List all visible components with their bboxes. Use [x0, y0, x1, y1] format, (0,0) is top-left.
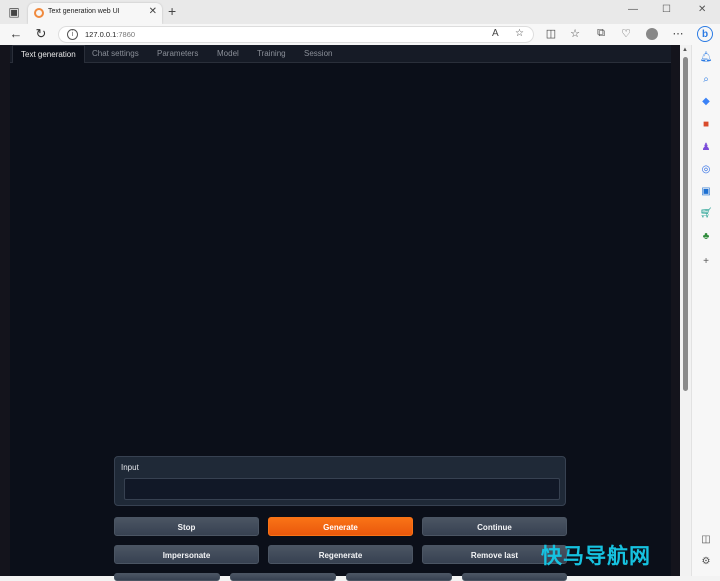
shopping-tag-icon[interactable]: ◆	[699, 95, 713, 109]
tab-text-generation[interactable]: Text generation	[12, 45, 85, 63]
tree-icon[interactable]: ♣	[699, 230, 713, 244]
bell-icon[interactable]: 🔔︎	[699, 51, 713, 65]
collections-icon[interactable]: ⧉	[594, 27, 608, 40]
add-icon[interactable]: +	[699, 255, 713, 269]
browser-sidebar: 🔔︎ ⌕ ◆ ■ ♟ ◎ ▣ 🛒︎ ♣ + ◫ ⚙	[691, 45, 720, 576]
split-screen-icon[interactable]: ◫	[544, 27, 558, 40]
main-tabs: Text generation Chat settings Parameters…	[10, 45, 671, 63]
bing-icon[interactable]: b	[697, 26, 713, 42]
more-icon[interactable]: ⋯	[671, 27, 685, 40]
tab-title: Text generation web UI	[48, 8, 120, 15]
settings-gear-icon[interactable]: ⚙	[699, 555, 713, 569]
tab-actions-icon[interactable]: ▣	[6, 4, 22, 20]
webui-app: Text generation Chat settings Parameters…	[10, 45, 671, 581]
continue-button[interactable]: Continue	[422, 517, 567, 536]
profile-icon[interactable]	[646, 28, 658, 40]
microsoft-365-icon[interactable]: ◎	[699, 163, 713, 177]
outlook-icon[interactable]: ▣	[699, 185, 713, 199]
generate-button[interactable]: Generate	[268, 517, 413, 536]
games-icon[interactable]: ♟	[699, 141, 713, 155]
sidebar-layout-icon[interactable]: ◫	[699, 533, 713, 547]
browser-tab[interactable]: Text generation web UI ✕	[28, 3, 162, 24]
partial-button[interactable]	[462, 573, 567, 581]
browser-toolbar: ← ↻ i 127.0.0.1:7860 A ☆ ◫ ☆ ⧉ ♡ ⋯ b	[0, 24, 720, 45]
regenerate-button[interactable]: Regenerate	[268, 545, 413, 564]
url-host: 127.0.0.1	[85, 30, 117, 39]
input-panel: Input	[114, 456, 566, 506]
close-window-icon[interactable]: ✕	[698, 4, 706, 15]
tools-icon[interactable]: ■	[699, 118, 713, 132]
back-icon[interactable]: ←	[9, 26, 23, 41]
search-icon[interactable]: ⌕	[699, 73, 713, 87]
shopping-icon[interactable]: 🛒︎	[699, 207, 713, 221]
maximize-icon[interactable]: ☐	[662, 4, 671, 15]
tab-model[interactable]: Model	[217, 49, 239, 58]
impersonate-button[interactable]: Impersonate	[114, 545, 259, 564]
favorite-icon[interactable]: ☆	[515, 28, 524, 39]
favorites-icon[interactable]: ☆	[568, 27, 582, 40]
tab-training[interactable]: Training	[257, 49, 286, 58]
close-tab-icon[interactable]: ✕	[149, 6, 157, 17]
minimize-icon[interactable]: —	[628, 4, 638, 15]
refresh-icon[interactable]: ↻	[34, 26, 48, 42]
input-textbox[interactable]	[124, 478, 560, 500]
browser-essentials-icon[interactable]: ♡	[619, 27, 633, 40]
url-text: 127.0.0.1:7860	[85, 30, 135, 39]
stop-button[interactable]: Stop	[114, 517, 259, 536]
input-label: Input	[121, 463, 139, 472]
scrollbar-thumb[interactable]	[683, 57, 688, 391]
page-scrollbar[interactable]: ▲	[680, 45, 691, 576]
url-port: :7860	[116, 30, 136, 39]
favicon-icon	[34, 8, 44, 18]
watermark: 快马导航网	[541, 544, 651, 568]
partial-button[interactable]	[230, 573, 336, 581]
browser-titlebar: ▣ Text generation web UI ✕ + — ☐ ✕	[0, 0, 720, 24]
address-bar[interactable]: i 127.0.0.1:7860 A ☆	[58, 26, 534, 43]
partial-button[interactable]	[346, 573, 452, 581]
scroll-up-icon[interactable]: ▲	[682, 47, 688, 53]
read-aloud-icon[interactable]: A	[492, 28, 499, 39]
partial-button[interactable]	[114, 573, 220, 581]
tab-session[interactable]: Session	[304, 49, 332, 58]
tab-chat-settings[interactable]: Chat settings	[92, 49, 139, 58]
info-icon[interactable]: i	[67, 29, 78, 40]
tab-parameters[interactable]: Parameters	[157, 49, 198, 58]
new-tab-icon[interactable]: +	[168, 3, 176, 19]
